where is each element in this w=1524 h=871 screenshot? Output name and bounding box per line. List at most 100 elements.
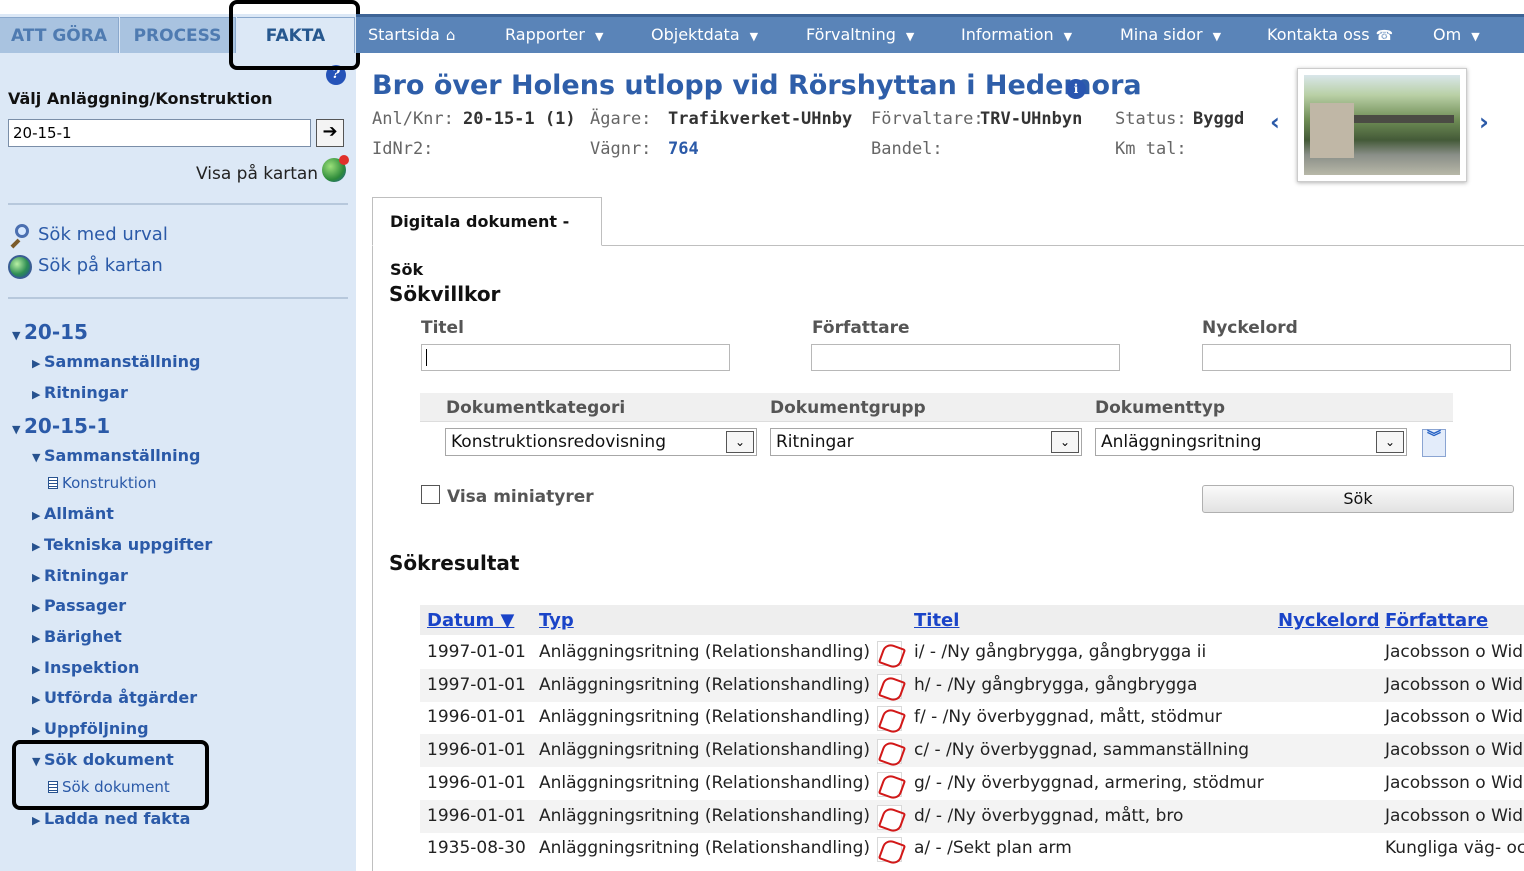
go-arrow-button[interactable]: ➔ [316, 119, 344, 147]
chevron-down-icon[interactable]: ⌄ [1376, 431, 1404, 453]
cell-titel: f/ - /Ny överbyggnad, mått, stödmur [914, 707, 1222, 728]
search-on-map-link[interactable]: Sök på kartan [38, 255, 163, 276]
tree-item[interactable]: Konstruktion [48, 474, 157, 492]
table-row[interactable]: 1996-01-01 Anläggningsritning (Relationsh… [420, 734, 1524, 768]
next-photo-icon[interactable]: › [1479, 108, 1489, 136]
table-row[interactable]: 1996-01-01 Anläggningsritning (Relationsh… [420, 799, 1524, 833]
show-thumbnails-checkbox[interactable] [421, 485, 440, 504]
expanded-arrow-icon[interactable]: ▼ [32, 451, 44, 464]
cell-datum: 1996-01-01 [427, 805, 526, 826]
tree-item[interactable]: ▶ Ritningar [32, 383, 128, 402]
collapsed-arrow-icon[interactable]: ▶ [32, 814, 44, 827]
tree-item[interactable]: ▶ Passager [32, 596, 126, 615]
status: Status: [1115, 109, 1187, 129]
tab-process[interactable]: PROCESS [120, 17, 236, 53]
collapsed-arrow-icon[interactable]: ▶ [32, 509, 44, 522]
pdf-icon[interactable] [877, 837, 902, 863]
collapsed-arrow-icon[interactable]: ▶ [32, 693, 44, 706]
tree-item[interactable]: ▼ Sammanställning [32, 446, 201, 465]
tree-item[interactable]: ▶ Tekniska uppgifter [32, 535, 212, 554]
pdf-icon[interactable] [877, 641, 902, 666]
vagnr-value[interactable]: 764 [668, 139, 699, 159]
tree-item[interactable]: ▶ Utförda åtgärder [32, 688, 197, 707]
tree-item[interactable]: ▶ Bärighet [32, 627, 122, 646]
forfattare-input[interactable] [811, 344, 1120, 371]
sort-titel-link[interactable]: Titel [914, 610, 959, 631]
chevron-down-icon[interactable]: ⌄ [1051, 431, 1079, 453]
tree-item[interactable]: ▶ Allmänt [32, 504, 114, 523]
tab-digitala-dokument[interactable]: Digitala dokument - Sök [372, 197, 602, 279]
earth-search-icon[interactable] [8, 255, 32, 279]
top-nav: Startsida ⌂ Rapporter ▼ Objektdata ▼ Förval… [356, 14, 1524, 53]
nav-information[interactable]: Information ▼ [961, 17, 1072, 53]
table-row[interactable]: 1996-01-01 Anläggningsritning (Relationsh… [420, 701, 1524, 734]
search-button[interactable]: Sök [1202, 485, 1514, 513]
tree-item[interactable]: ▼ 20-15-1 [12, 414, 110, 438]
forvaltare-value: TRV-UHnbyn [980, 109, 1083, 129]
cell-forfattare: Jacobsson o Wid [1385, 642, 1524, 662]
nav-forvaltning[interactable]: Förvaltning ▼ [806, 17, 914, 53]
table-row[interactable]: 1997-01-01 Anläggningsritning (Relationsh… [420, 636, 1524, 669]
bridge-photo[interactable] [1297, 68, 1467, 182]
tree-item[interactable]: ▼ 20-15 [12, 320, 88, 344]
tab-att-gora[interactable]: ATT GÖRA [0, 17, 119, 53]
chevron-down-icon: ▼ [905, 30, 915, 43]
tree-item[interactable]: ▶ Inspektion [32, 658, 139, 677]
tree-item[interactable]: ▶ Sammanställning [32, 352, 201, 371]
globe-icon[interactable] [322, 155, 349, 182]
collapsed-arrow-icon[interactable]: ▶ [32, 540, 44, 553]
table-row[interactable]: 1997-01-01 Anläggningsritning (Relationsh… [420, 668, 1524, 702]
titel-input[interactable] [421, 344, 730, 371]
highlight-frame-sok-dokument [12, 740, 209, 810]
magnifier-icon[interactable] [9, 224, 31, 249]
cell-datum: 1996-01-01 [427, 740, 526, 761]
collapsed-arrow-icon[interactable]: ▶ [32, 357, 44, 370]
titel-label: Titel [421, 318, 464, 338]
tree-item[interactable]: ▶ Ladda ned fakta [32, 809, 190, 828]
kategori-select[interactable]: Konstruktionsredovisning ⌄ [445, 428, 757, 456]
chevron-down-icon[interactable]: ⌄ [726, 431, 754, 453]
pdf-icon[interactable] [877, 739, 902, 765]
nav-rapporter[interactable]: Rapporter ▼ [505, 17, 603, 53]
collapsed-arrow-icon[interactable]: ▶ [32, 724, 44, 737]
expanded-arrow-icon[interactable]: ▼ [12, 423, 24, 436]
collapsed-arrow-icon[interactable]: ▶ [32, 601, 44, 614]
nav-mina-sidor[interactable]: Mina sidor ▼ [1120, 17, 1221, 53]
search-with-filter-link[interactable]: Sök med urval [38, 224, 168, 245]
pdf-icon[interactable] [877, 673, 902, 699]
nav-kontakta-oss[interactable]: Kontakta oss ☎ [1267, 17, 1393, 53]
search-criteria-title: Sökvillkor [389, 282, 501, 306]
collapsed-arrow-icon[interactable]: ▶ [32, 663, 44, 676]
tree-item-label: Sammanställning [44, 352, 201, 371]
sort-forfattare-link[interactable]: Författare [1385, 610, 1488, 631]
cell-typ: Anläggningsritning (Relationshandling) [539, 805, 870, 826]
pdf-icon[interactable] [877, 771, 902, 797]
info-icon[interactable]: i [1066, 79, 1086, 99]
typ-select[interactable]: Anläggningsritning ⌄ [1095, 428, 1407, 456]
tree-item[interactable]: ▶ Uppföljning [32, 719, 149, 738]
cell-titel: d/ - /Ny överbyggnad, mått, bro [914, 805, 1184, 826]
nav-objektdata[interactable]: Objektdata ▼ [651, 17, 758, 53]
grupp-select[interactable]: Ritningar ⌄ [770, 428, 1082, 456]
sort-nyckelord-link[interactable]: Nyckelord [1278, 610, 1379, 631]
cell-datum: 1996-01-01 [427, 707, 526, 728]
sort-typ-link[interactable]: Typ [539, 610, 574, 631]
table-row[interactable]: 1935-08-30 Anläggningsritning (Relationsh… [420, 832, 1524, 865]
cell-forfattare: Jacobsson o Wid [1385, 772, 1524, 793]
pdf-icon[interactable] [877, 706, 902, 732]
collapsed-arrow-icon[interactable]: ▶ [32, 388, 44, 401]
pdf-icon[interactable] [877, 804, 902, 830]
nav-startsida[interactable]: Startsida ⌂ [368, 17, 455, 53]
nyckelord-input[interactable] [1202, 344, 1511, 371]
double-chevron-down-icon[interactable]: ︾ [1422, 429, 1446, 457]
tree-item[interactable]: ▶ Ritningar [32, 566, 128, 585]
collapsed-arrow-icon[interactable]: ▶ [32, 632, 44, 645]
nav-om[interactable]: Om ▼ [1433, 17, 1480, 53]
collapsed-arrow-icon[interactable]: ▶ [32, 571, 44, 584]
expanded-arrow-icon[interactable]: ▼ [12, 329, 24, 342]
sort-datum-link[interactable]: Datum ▼ [427, 610, 514, 631]
facility-input[interactable] [8, 119, 311, 147]
table-row[interactable]: 1996-01-01 Anläggningsritning (Relationsh… [420, 767, 1524, 800]
prev-photo-icon[interactable]: ‹ [1270, 108, 1280, 136]
show-on-map-link[interactable]: Visa på kartan [196, 164, 318, 184]
